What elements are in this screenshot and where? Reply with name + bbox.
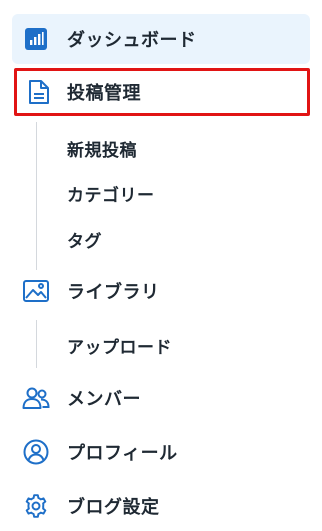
nav-item-label: ダッシュボード [67,30,197,51]
nav-item-label: ライブラリ [67,282,160,303]
nav-item-members[interactable]: メンバー [12,373,310,423]
nav-item-label: 投稿管理 [67,83,141,104]
submenu-guide-line [36,122,37,270]
sidebar-nav: ダッシュボード 投稿管理 新規投稿 カテゴリー タグ ライブラリ アップロード [0,0,322,530]
nav-item-label: メンバー [67,389,141,410]
nav-item-label: プロフィール [67,443,178,464]
bar-chart-icon [22,25,50,53]
submenu-item-upload[interactable]: アップロード [67,333,172,358]
submenu-item-new-post[interactable]: 新規投稿 [67,136,137,161]
image-icon [22,277,50,305]
nav-item-library[interactable]: ライブラリ [12,266,310,316]
users-icon [22,384,50,412]
nav-item-profile[interactable]: プロフィール [12,427,310,477]
nav-item-dashboard[interactable]: ダッシュボード [12,14,310,64]
nav-item-label: ブログ設定 [67,497,160,518]
document-icon [25,78,53,106]
nav-item-blog-settings[interactable]: ブログ設定 [12,481,310,531]
submenu-item-categories[interactable]: カテゴリー [67,181,155,206]
submenu-guide-line [36,320,37,368]
gear-icon [22,492,50,520]
submenu-item-tags[interactable]: タグ [67,227,102,252]
nav-item-posts[interactable]: 投稿管理 [14,68,310,116]
user-circle-icon [22,438,50,466]
